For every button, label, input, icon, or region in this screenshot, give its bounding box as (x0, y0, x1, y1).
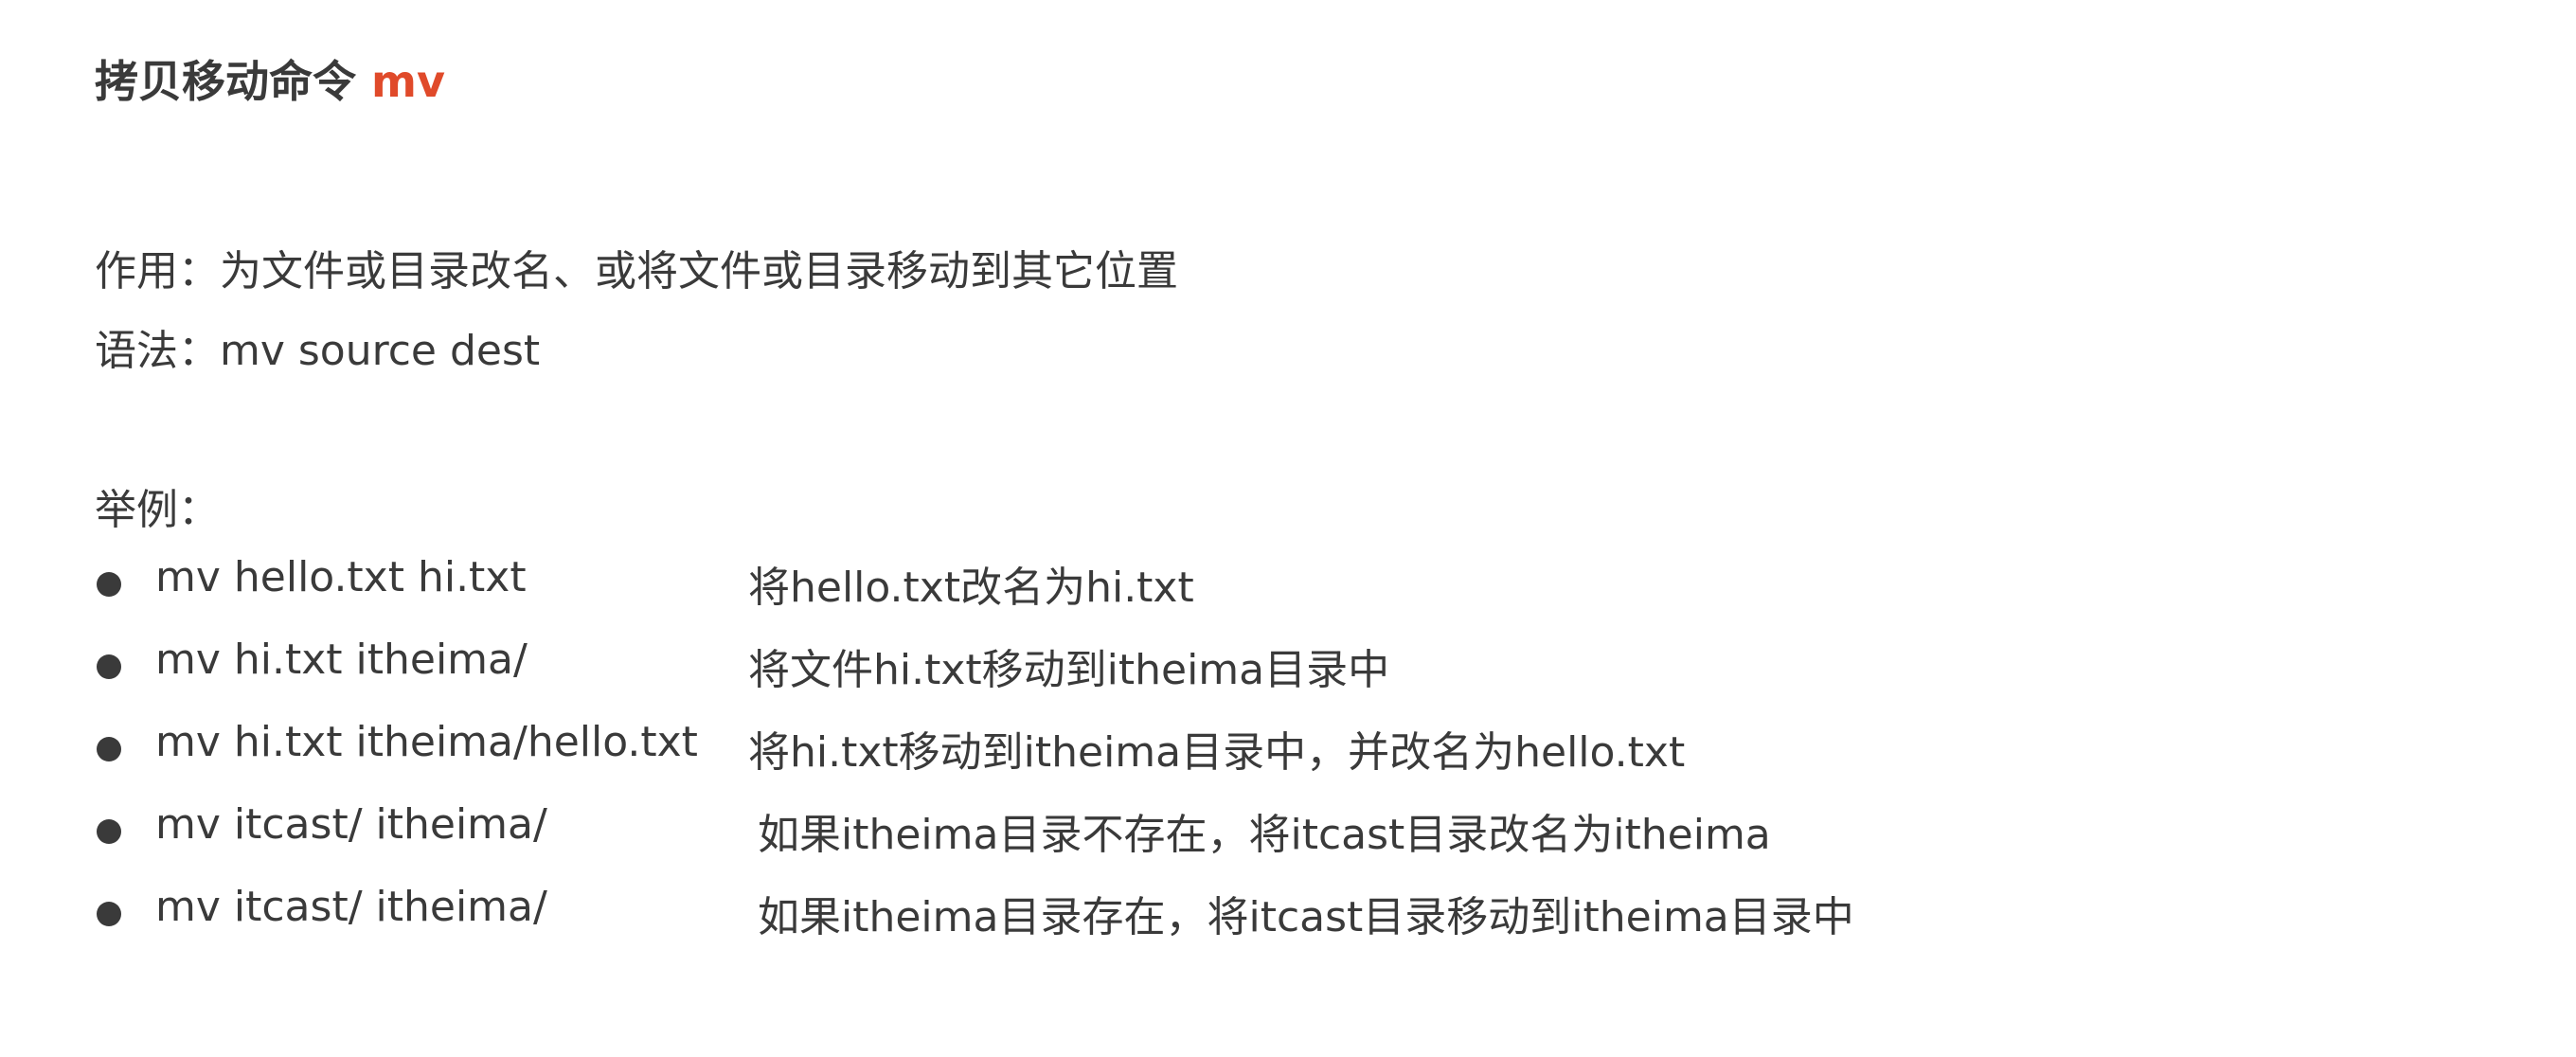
list-item: mv itcast/ itheima/ 如果itheima目录存在，将itcas… (95, 883, 2368, 965)
syntax-text: mv source dest (220, 327, 541, 375)
list-item: mv itcast/ itheima/ 如果itheima目录不存在，将itca… (95, 800, 2368, 883)
example-description: 将hello.txt改名为hi.txt (748, 564, 1194, 612)
example-command: mv hello.txt hi.txt (155, 553, 527, 601)
bullet-icon (97, 737, 121, 761)
list-item: mv hello.txt hi.txt 将hello.txt改名为hi.txt (95, 553, 2368, 636)
syntax-line: 语法：mv source dest (95, 316, 540, 377)
examples-label: 举例： (95, 486, 220, 534)
bullet-icon (97, 654, 121, 679)
example-command: mv itcast/ itheima/ (155, 883, 547, 931)
list-item: mv hi.txt itheima/hello.txt 将hi.txt移动到it… (95, 718, 2368, 800)
bullet-icon (97, 572, 121, 597)
slide: 拷贝移动命令 mv 作用：为文件或目录改名、或将文件或目录移动到其它位置 语法：… (0, 0, 2576, 1057)
syntax-label: 语法： (95, 327, 220, 375)
purpose-text: 为文件或目录改名、或将文件或目录移动到其它位置 (220, 247, 1178, 296)
examples-list: mv hello.txt hi.txt 将hello.txt改名为hi.txt … (95, 553, 2368, 965)
title-command: mv (371, 56, 445, 107)
example-description: 将文件hi.txt移动到itheima目录中 (748, 646, 1390, 694)
purpose-line: 作用：为文件或目录改名、或将文件或目录移动到其它位置 (95, 237, 1178, 297)
example-description: 如果itheima目录存在，将itcast目录移动到itheima目录中 (758, 893, 1854, 941)
example-description: 如果itheima目录不存在，将itcast目录改名为itheima (758, 811, 1771, 859)
example-command: mv hi.txt itheima/ (155, 636, 528, 684)
purpose-label: 作用： (95, 247, 220, 296)
bullet-icon (97, 819, 121, 844)
list-item: mv hi.txt itheima/ 将文件hi.txt移动到itheima目录… (95, 636, 2368, 718)
bullet-icon (97, 902, 121, 926)
example-description: 将hi.txt移动到itheima目录中，并改名为hello.txt (748, 728, 1686, 777)
page-title: 拷贝移动命令 mv (95, 47, 445, 110)
title-text: 拷贝移动命令 (95, 56, 356, 107)
example-command: mv itcast/ itheima/ (155, 800, 547, 849)
example-command: mv hi.txt itheima/hello.txt (155, 718, 698, 766)
